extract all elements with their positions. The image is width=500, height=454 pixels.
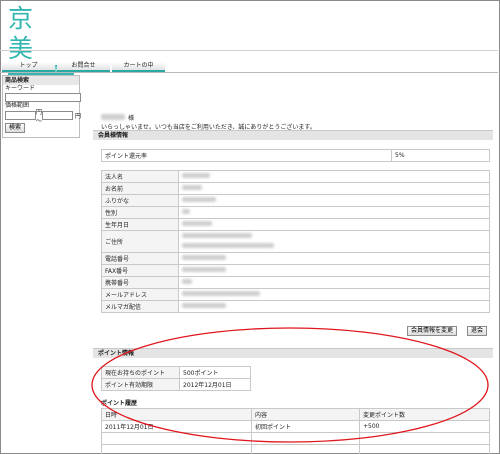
honorific: 様 <box>128 114 135 122</box>
field-label: お名前 <box>101 182 179 195</box>
table-row: ポイント有効期限 2012年12月01日 <box>101 378 251 391</box>
field-value-redacted <box>178 218 490 231</box>
point-rate-value: 5% <box>391 149 490 162</box>
table-header-row: 日時 内容 変更ポイント数 <box>101 408 490 421</box>
table-row: 電話番号 <box>101 252 490 265</box>
member-info-table: 法人名 お名前 ふりがな 性別 生年月日 ご住所 電話番号 FAX番号 携帯番号… <box>101 170 490 313</box>
column-header: 日時 <box>101 408 252 421</box>
table-row: FAX番号 <box>101 264 490 277</box>
welcome-area: 様 いらっしゃいませ。いつも当店をご利用いただき、誠にありがとうございます。 <box>101 112 494 132</box>
history-points: +500 <box>359 420 490 433</box>
field-value-redacted <box>178 170 490 183</box>
table-row: 現在お持ちのポイント 500ポイント <box>101 366 251 379</box>
price-max-input[interactable] <box>42 111 74 120</box>
keyword-input[interactable] <box>5 93 81 102</box>
field-label: メルマガ配信 <box>101 300 179 313</box>
column-header: 変更ポイント数 <box>359 408 490 421</box>
history-content: 初回ポイント <box>251 420 360 433</box>
field-value-redacted <box>178 252 490 265</box>
history-date: 2011年12月01日 <box>101 420 252 433</box>
nav-divider <box>0 72 498 73</box>
price-unit: 円 <box>75 113 82 120</box>
field-value-redacted <box>178 300 490 313</box>
current-points-value: 500ポイント <box>179 366 251 379</box>
table-row: 携帯番号 <box>101 276 490 289</box>
table-row <box>101 444 490 454</box>
main-nav: トップ お問合せ カートの中 <box>2 62 167 72</box>
current-points-label: 現在お持ちのポイント <box>101 366 180 379</box>
field-label: ご住所 <box>101 230 179 253</box>
table-row: 性別 <box>101 206 490 219</box>
field-value-redacted <box>178 194 490 207</box>
customer-name-redacted <box>101 114 125 120</box>
column-header: 内容 <box>251 408 360 421</box>
table-row <box>101 432 490 445</box>
field-value-redacted <box>178 264 490 277</box>
price-min-input[interactable] <box>5 111 36 120</box>
withdraw-button[interactable]: 退会 <box>467 326 488 336</box>
table-row: 法人名 <box>101 170 490 183</box>
table-row: ご住所 <box>101 230 490 253</box>
product-search-box: 商品検索 キーワード 価格範囲 円～ 円 検索 <box>2 75 82 138</box>
table-row: メルマガ配信 <box>101 300 490 313</box>
table-row: メールアドレス <box>101 288 490 301</box>
field-label: 電話番号 <box>101 252 179 265</box>
field-value-redacted <box>178 288 490 301</box>
field-label: 性別 <box>101 206 179 219</box>
points-expiry-label: ポイント有効期限 <box>101 378 180 391</box>
member-info-heading: 会員様情報 <box>93 130 493 140</box>
nav-tab-top[interactable]: トップ <box>2 62 55 72</box>
field-value-redacted <box>178 206 490 219</box>
point-rate-label: ポイント還元率 <box>101 149 392 162</box>
logo-title: 京 美 <box>8 4 40 63</box>
table-row: ふりがな <box>101 194 490 207</box>
search-title: 商品検索 <box>3 76 79 85</box>
points-table: 現在お持ちのポイント 500ポイント ポイント有効期限 2012年12月01日 <box>101 366 251 391</box>
table-row: 2011年12月01日 初回ポイント +500 <box>101 420 490 433</box>
table-row: お名前 <box>101 182 490 195</box>
field-label: FAX番号 <box>101 264 179 277</box>
nav-tab-cart[interactable]: カートの中 <box>112 62 165 72</box>
field-label: 生年月日 <box>101 218 179 231</box>
points-expiry-value: 2012年12月01日 <box>179 378 251 391</box>
price-range-row: 円～ 円 <box>3 109 82 125</box>
field-label: 携帯番号 <box>101 276 179 289</box>
points-history-table: 日時 内容 変更ポイント数 2011年12月01日 初回ポイント +500 <box>101 408 490 454</box>
header-divider <box>0 50 498 51</box>
table-row: 生年月日 <box>101 218 490 231</box>
points-history-title: ポイント履歴 <box>101 400 138 407</box>
field-label: 法人名 <box>101 170 179 183</box>
field-label: メールアドレス <box>101 288 179 301</box>
field-value-redacted <box>178 182 490 195</box>
field-value-redacted <box>178 230 490 253</box>
keyword-label: キーワード <box>5 85 36 92</box>
point-rate-table: ポイント還元率 5% <box>101 149 490 162</box>
field-value-redacted <box>178 276 490 289</box>
field-label: ふりがな <box>101 194 179 207</box>
edit-member-button[interactable]: 会員情報を変更 <box>407 326 458 336</box>
nav-tab-contact[interactable]: お問合せ <box>57 62 110 72</box>
welcome-name-row: 様 <box>101 112 494 122</box>
search-button[interactable]: 検索 <box>5 123 26 133</box>
points-info-heading: ポイント情報 <box>93 348 493 358</box>
